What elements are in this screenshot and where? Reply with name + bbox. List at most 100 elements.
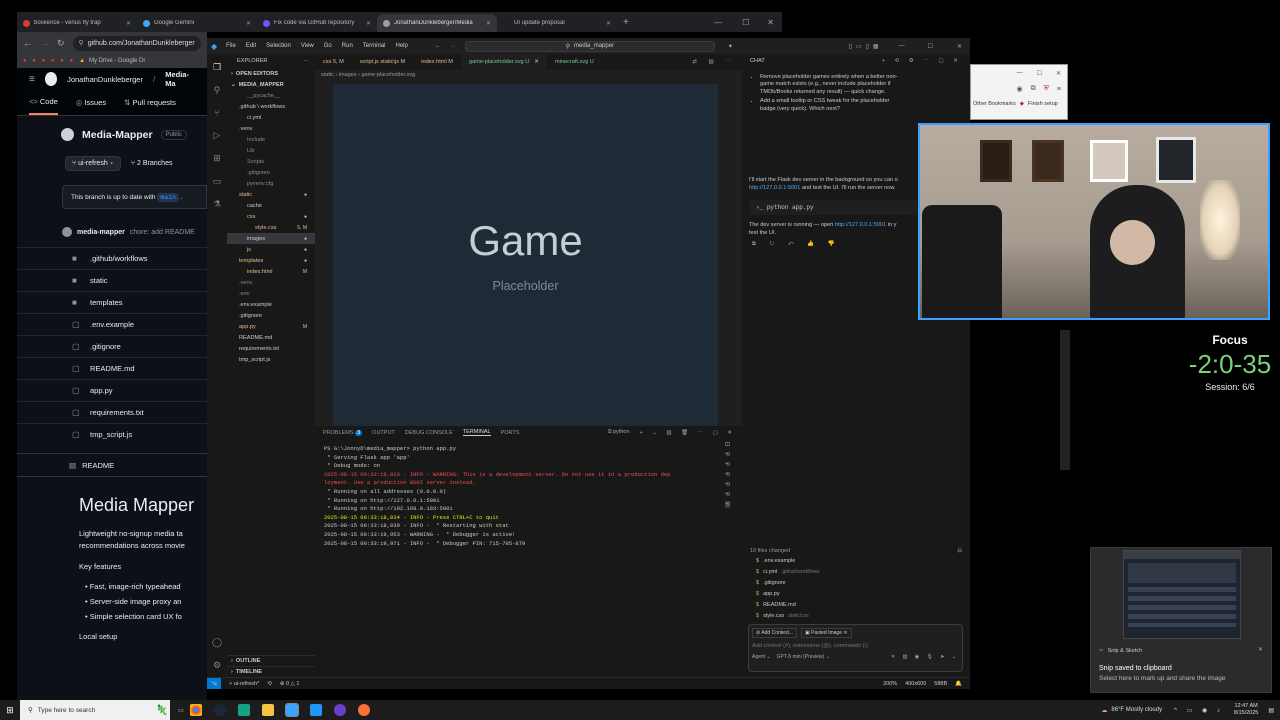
changed-file[interactable]: $ style.css static\css xyxy=(750,610,962,621)
input-tool-icons[interactable]: ✕ ▥ ◉ 🎙 ➤ ⌄ xyxy=(891,654,959,660)
tray-icons[interactable]: ^ ▭ ◉ ♪ xyxy=(1174,707,1224,714)
repo-owner[interactable]: JonathanDunkleberger xyxy=(67,75,143,84)
tree-item[interactable]: images ● xyxy=(227,233,315,244)
copilot-icon[interactable]: ✦ xyxy=(728,43,733,50)
layout-icons[interactable]: ▯▭▯▦ xyxy=(849,43,883,50)
taskbar-search[interactable]: ⚲ Type here to search 🦎 xyxy=(20,700,170,720)
file-explorer-icon[interactable] xyxy=(261,704,274,716)
menu-go[interactable]: Go xyxy=(324,43,332,49)
terminal-entry-icon[interactable]: ⟲ xyxy=(725,501,731,508)
tab-close-icon[interactable]: ✕ xyxy=(534,59,539,65)
forward-icon[interactable]: → xyxy=(40,38,49,48)
tab-terminal[interactable]: TERMINAL xyxy=(462,429,491,436)
tree-item[interactable]: .gitignore xyxy=(227,167,315,178)
tree-item[interactable]: style.css 5, M xyxy=(227,222,315,233)
changed-file[interactable]: $ README.md xyxy=(750,599,962,610)
changed-file[interactable]: $ .gitignore xyxy=(750,577,962,588)
tree-item[interactable]: .env xyxy=(227,288,315,299)
tab-problems[interactable]: PROBLEMS 3 xyxy=(323,429,363,436)
new-tab-icon[interactable]: + xyxy=(623,17,629,28)
address-bar[interactable]: ⚲ github.com/JonathanDunkleberger xyxy=(72,35,201,51)
file-row[interactable]: ▢ .gitignore xyxy=(17,335,207,357)
file-row[interactable]: ▢ README.md xyxy=(17,357,207,379)
tree-item[interactable]: pyvenv.cfg xyxy=(227,178,315,189)
tree-item[interactable]: .github \ workflows xyxy=(227,101,315,112)
tab-close-icon[interactable]: ✕ xyxy=(486,20,491,27)
start-button[interactable]: ⊞ xyxy=(0,705,20,716)
branch-indicator[interactable]: ⑂ ui-refresh* xyxy=(229,681,259,687)
finish-setup-button[interactable]: Finish setup xyxy=(1028,101,1058,107)
tab-close-icon[interactable]: ✕ xyxy=(246,20,251,27)
remote-icon[interactable]: ▭ xyxy=(213,176,222,187)
terminal-entry-icon[interactable]: ⟲ xyxy=(725,471,730,478)
tree-item[interactable]: .env.example xyxy=(227,299,315,310)
workspace-root[interactable]: ⌄ MEDIA_MAPPER xyxy=(227,79,315,90)
testing-icon[interactable]: ⚗ xyxy=(213,199,221,210)
menu-edit[interactable]: Edit xyxy=(246,43,256,49)
model-select[interactable]: GPT-5 mini (Preview) ⌄ xyxy=(777,654,830,660)
add-context-button[interactable]: ⊘ Add Context... xyxy=(752,628,797,638)
app-icon[interactable] xyxy=(309,704,322,716)
source-control-icon[interactable]: ⑂ xyxy=(214,108,219,118)
tree-item[interactable]: __pycache__ xyxy=(227,90,315,101)
branches-link[interactable]: ⑂ 2 Branches xyxy=(131,160,173,167)
link-localhost[interactable]: http://127.0.0.1:5001 xyxy=(835,222,886,228)
changed-file[interactable]: $ .env.example xyxy=(750,555,962,566)
weather-text[interactable]: 86°F Mostly cloudy xyxy=(1111,707,1162,713)
steam-icon[interactable] xyxy=(213,704,226,716)
file-row[interactable]: ■ templates xyxy=(17,291,207,313)
notifications-icon[interactable]: 🔔 xyxy=(955,681,970,687)
browser-tab[interactable]: Fix code via GitHub repository ✕ xyxy=(257,14,377,32)
open-editors-section[interactable]: › OPEN EDITORS xyxy=(227,68,315,79)
remote-indicator[interactable]: ⌥ xyxy=(207,678,221,689)
zoom-level[interactable]: 200% xyxy=(883,681,897,687)
terminal-shell-label[interactable]: ⌸ python xyxy=(608,429,629,436)
tree-item[interactable]: static ● xyxy=(227,189,315,200)
hamburger-icon[interactable]: ≡ xyxy=(29,74,35,85)
changed-file[interactable]: $ ci.yml .github\workflows xyxy=(750,566,962,577)
terminal-entry-icon[interactable]: ⟲ xyxy=(725,451,730,458)
profile-icon[interactable]: ◉ xyxy=(1017,85,1023,93)
tree-item[interactable]: requirements.txt xyxy=(227,343,315,354)
tab-pull-requests[interactable]: ⇅ Pull requests xyxy=(124,98,176,107)
timeline-section[interactable]: › TIMELINE xyxy=(227,666,315,677)
menu-selection[interactable]: Selection xyxy=(266,43,291,49)
tab-issues[interactable]: ◎ Issues xyxy=(76,98,106,107)
outline-section[interactable]: › OUTLINE xyxy=(227,655,315,666)
tab-output[interactable]: OUTPUT xyxy=(372,430,395,436)
browser-tab[interactable]: Google Gemini ✕ xyxy=(137,14,257,32)
menu-run[interactable]: Run xyxy=(342,43,353,49)
chat-input-placeholder[interactable]: Add context (#), extensions (@), command… xyxy=(752,643,959,649)
run-debug-icon[interactable]: ▷ xyxy=(214,130,221,141)
terminal-output[interactable]: PS G:\JonnyD\media_mapper> python app.py… xyxy=(315,439,742,548)
site-info-icon[interactable]: ⚲ xyxy=(79,39,84,47)
branch-select[interactable]: ⑂ ui-refresh ▾ xyxy=(65,156,121,171)
tree-item[interactable]: .venv xyxy=(227,123,315,134)
file-row[interactable]: ▢ requirements.txt xyxy=(17,401,207,423)
task-view-icon[interactable]: ▭ xyxy=(178,707,184,714)
tree-item[interactable]: index.html M xyxy=(227,266,315,277)
repo-name-link[interactable]: Media-Ma xyxy=(165,70,195,88)
settings-gear-icon[interactable]: ⚙ xyxy=(213,660,221,671)
search-icon[interactable]: ⚲ xyxy=(214,85,221,96)
menu-file[interactable]: File xyxy=(226,43,236,49)
commit-message[interactable]: chore: add README xyxy=(130,229,195,236)
clock[interactable]: 12:47 AM 8/15/2025 xyxy=(1234,703,1258,717)
menu-view[interactable]: View xyxy=(301,43,314,49)
account-icon[interactable]: ◯ xyxy=(212,637,222,648)
breadcrumb[interactable]: static › images › game-placeholder.svg xyxy=(315,70,742,80)
tree-item[interactable]: Include xyxy=(227,134,315,145)
maximize-icon[interactable]: ☐ xyxy=(732,18,759,27)
menu-icon[interactable]: ≡ xyxy=(1057,86,1061,93)
terminal-entry-icon[interactable]: ⟲ xyxy=(725,491,730,498)
chrome-icon[interactable] xyxy=(189,704,202,716)
problems-indicator[interactable]: ⊗ 0 △ 1 xyxy=(280,681,300,687)
menu-help[interactable]: Help xyxy=(395,43,407,49)
file-row[interactable]: ▢ .env.example xyxy=(17,313,207,335)
file-row[interactable]: ■ .github/workflows xyxy=(17,247,207,269)
github-logo-icon[interactable] xyxy=(44,72,58,86)
mode-select[interactable]: Agent ⌄ xyxy=(752,654,771,660)
minimize-icon[interactable]: — xyxy=(704,18,732,27)
extensions-icon[interactable]: ⧉ xyxy=(1031,85,1036,93)
tree-item[interactable]: js ● xyxy=(227,244,315,255)
